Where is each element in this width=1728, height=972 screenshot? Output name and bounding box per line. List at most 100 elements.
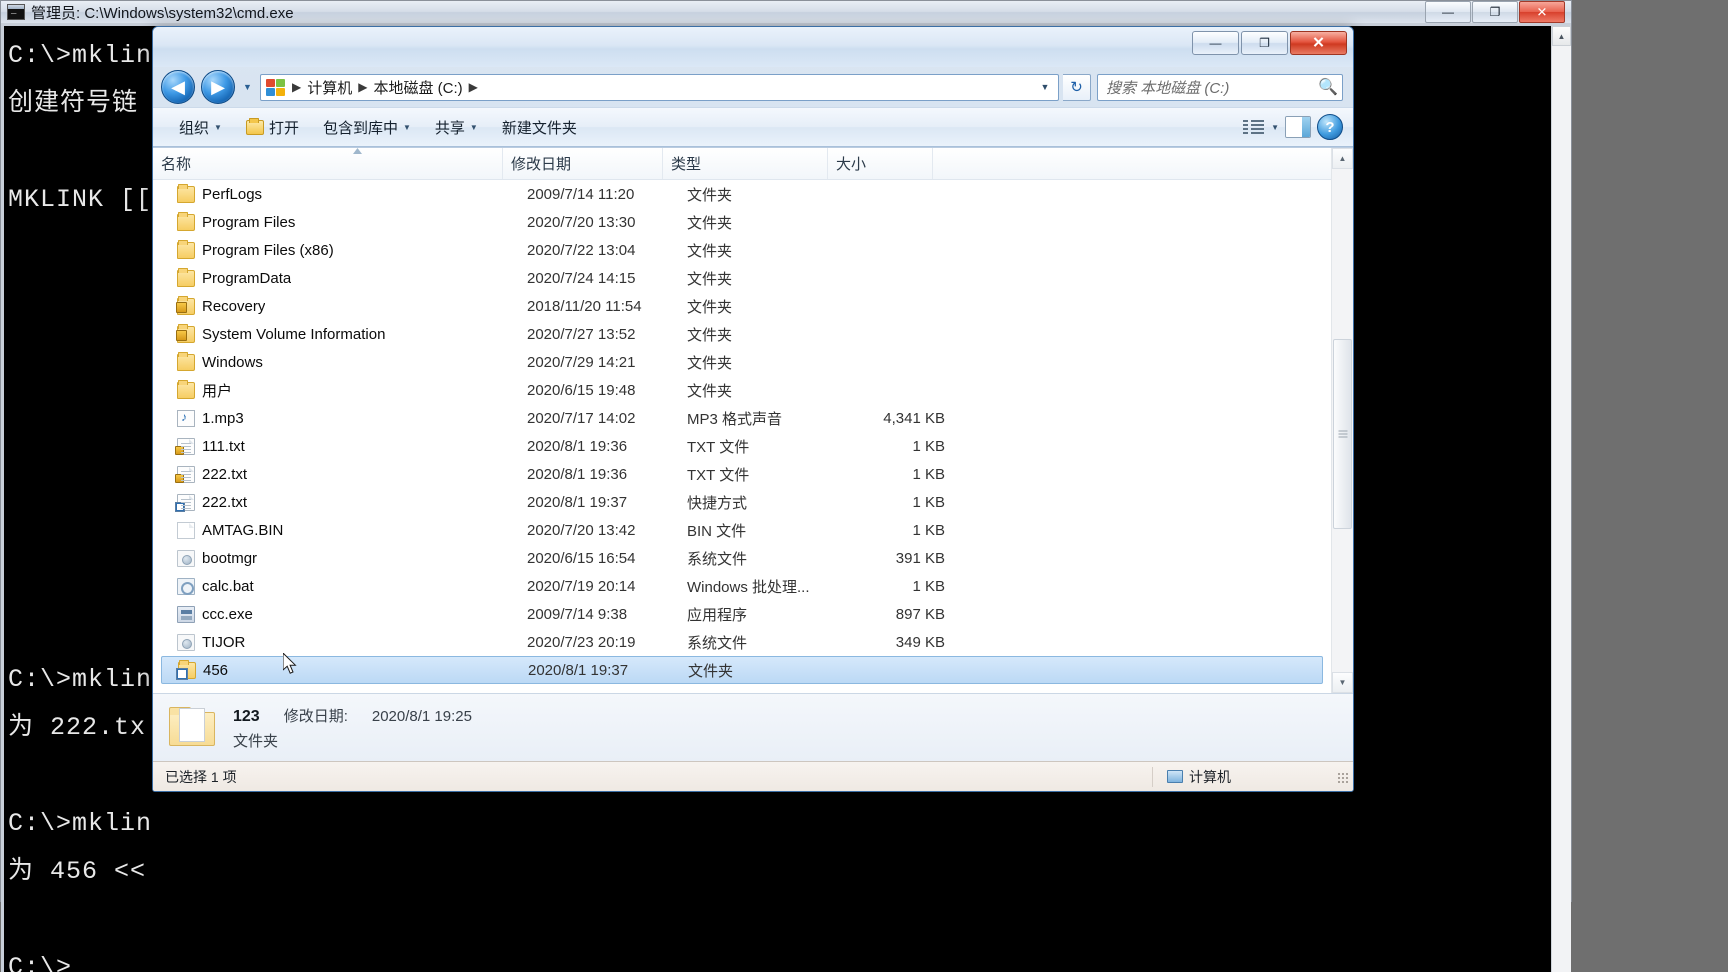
file-type: 快捷方式 — [687, 494, 748, 512]
explorer-content: 名称 修改日期 类型 大小 PerfLogs 2009/7/14 11:20 文件夹… — [153, 147, 1353, 693]
back-button[interactable]: ◀ — [161, 70, 195, 104]
file-name-cell: Program Files (x86) — [177, 239, 527, 259]
explorer-minimize-button[interactable]: — — [1192, 31, 1239, 55]
table-row[interactable]: AMTAG.BIN 2020/7/20 13:42 BIN 文件 1 KB — [153, 516, 1331, 544]
file-size: 1 KB — [912, 437, 945, 455]
cmd-titlebar[interactable]: 管理员: C:\Windows\system32\cmd.exe — ❐ ✕ — [1, 1, 1571, 23]
column-header-name[interactable]: 名称 — [153, 148, 503, 179]
status-location: 计算机 — [1153, 767, 1353, 787]
file-name: 用户 — [202, 382, 233, 400]
cmd-close-button[interactable]: ✕ — [1519, 1, 1565, 23]
organize-menu-button[interactable]: 组织 ▼ — [167, 112, 234, 143]
scroll-up-icon[interactable]: ▲ — [1332, 148, 1353, 169]
text-file-locked-icon — [175, 437, 195, 455]
breadcrumb[interactable]: ▶ 计算机 ▶ 本地磁盘 (C:) ▶ ▼ — [260, 73, 1059, 101]
computer-small-icon — [1167, 770, 1183, 783]
new-folder-button[interactable]: 新建文件夹 — [490, 112, 589, 143]
close-icon: ✕ — [1536, 4, 1548, 20]
folder-locked-icon — [176, 295, 195, 315]
chevron-down-icon[interactable]: ▼ — [1034, 82, 1056, 92]
table-row[interactable]: TIJOR 2020/7/23 20:19 系统文件 349 KB — [153, 628, 1331, 656]
table-row[interactable]: calc.bat 2020/7/19 20:14 Windows 批处理... 1 K… — [153, 572, 1331, 600]
file-name-cell: Program Files — [177, 211, 527, 231]
table-row[interactable]: 222.txt 2020/8/1 19:36 TXT 文件 1 KB — [153, 460, 1331, 488]
table-row[interactable]: ProgramData 2020/7/24 14:15 文件夹 — [153, 264, 1331, 292]
search-input[interactable]: 搜索 本地磁盘 (C:) 🔍 — [1097, 73, 1343, 101]
table-row[interactable]: 456 2020/8/1 19:37 文件夹 — [161, 656, 1323, 684]
column-header-pad — [933, 148, 1331, 179]
table-row[interactable]: Program Files 2020/7/20 13:30 文件夹 — [153, 208, 1331, 236]
column-header-date[interactable]: 修改日期 — [503, 148, 663, 179]
file-name-cell: ProgramData — [177, 267, 527, 287]
cmd-maximize-button[interactable]: ❐ — [1472, 1, 1518, 23]
exe-file-icon — [177, 605, 195, 623]
table-row[interactable]: 1.mp3 2020/7/17 14:02 MP3 格式声音 4,341 KB — [153, 404, 1331, 432]
share-button[interactable]: 共享 ▼ — [423, 112, 490, 143]
file-list[interactable]: PerfLogs 2009/7/14 11:20 文件夹 Program Files 2… — [153, 180, 1331, 693]
help-icon[interactable]: ? — [1317, 114, 1343, 140]
breadcrumb-separator-icon: ▶ — [292, 80, 302, 94]
table-row[interactable]: Windows 2020/7/29 14:21 文件夹 — [153, 348, 1331, 376]
column-header-size[interactable]: 大小 — [828, 148, 933, 179]
file-name-cell: PerfLogs — [177, 183, 527, 203]
table-row[interactable]: 222.txt 2020/8/1 19:37 快捷方式 1 KB — [153, 488, 1331, 516]
list-view-icon[interactable] — [1243, 118, 1265, 136]
file-name: calc.bat — [202, 577, 254, 595]
refresh-icon[interactable]: ↻ — [1063, 73, 1091, 101]
file-date: 2020/7/27 13:52 — [527, 325, 636, 343]
file-type: 应用程序 — [687, 606, 748, 624]
file-name: Program Files (x86) — [202, 241, 334, 259]
file-type: 系统文件 — [687, 550, 748, 568]
open-button[interactable]: 打开 — [234, 112, 311, 143]
file-date: 2020/8/1 19:37 — [527, 493, 628, 511]
file-date: 2020/7/20 13:42 — [527, 521, 636, 539]
breadcrumb-separator-icon[interactable]: ▶ — [465, 80, 482, 94]
table-row[interactable]: bootmgr 2020/6/15 16:54 系统文件 391 KB — [153, 544, 1331, 572]
preview-pane-icon[interactable] — [1285, 116, 1311, 138]
include-in-library-button[interactable]: 包含到库中 ▼ — [311, 112, 423, 143]
column-headers: 名称 修改日期 类型 大小 — [153, 148, 1331, 180]
file-list-scrollbar[interactable]: ▲ ▼ — [1331, 148, 1353, 693]
cmd-minimize-button[interactable]: — — [1425, 1, 1471, 23]
file-name: Program Files — [202, 213, 296, 231]
table-row[interactable]: 用户 2020/6/15 19:48 文件夹 — [153, 376, 1331, 404]
organize-label: 组织 — [179, 119, 210, 137]
file-type: 系统文件 — [687, 634, 748, 652]
table-row[interactable]: Program Files (x86) 2020/7/22 13:04 文件夹 — [153, 236, 1331, 264]
table-row[interactable]: System Volume Information 2020/7/27 13:52… — [153, 320, 1331, 348]
explorer-close-button[interactable]: ✕ — [1290, 31, 1347, 55]
scroll-down-icon[interactable]: ▼ — [1332, 672, 1353, 693]
explorer-titlebar[interactable]: — ❐ ✕ — [153, 27, 1353, 67]
file-name-cell: TIJOR — [177, 633, 527, 651]
text-file-locked-icon — [175, 465, 195, 483]
shortcut-file-icon — [175, 493, 195, 512]
file-list-scroll-thumb[interactable] — [1333, 339, 1352, 529]
column-header-type[interactable]: 类型 — [663, 148, 828, 179]
minimize-icon: — — [1442, 5, 1454, 19]
file-date: 2018/11/20 11:54 — [527, 297, 642, 315]
file-size: 391 KB — [895, 549, 945, 567]
search-icon[interactable]: 🔍 — [1318, 77, 1338, 97]
file-size: 4,341 KB — [883, 409, 945, 427]
file-size: 1 KB — [912, 577, 945, 595]
cmd-vertical-scrollbar[interactable]: ▲ ▼ — [1551, 26, 1571, 972]
table-row[interactable]: Recovery 2018/11/20 11:54 文件夹 — [153, 292, 1331, 320]
explorer-maximize-button[interactable]: ❐ — [1241, 31, 1288, 55]
table-row[interactable]: PerfLogs 2009/7/14 11:20 文件夹 — [153, 180, 1331, 208]
chevron-down-icon[interactable]: ▼ — [1271, 123, 1279, 132]
table-row[interactable]: ccc.exe 2009/7/14 9:38 应用程序 897 KB — [153, 600, 1331, 628]
breadcrumb-item-computer[interactable]: 计算机 — [307, 77, 352, 98]
folder-icon — [177, 239, 195, 259]
history-dropdown-icon[interactable]: ▼ — [241, 82, 254, 92]
cmd-scroll-track[interactable] — [1552, 46, 1571, 972]
breadcrumb-item-local-disk[interactable]: 本地磁盘 (C:) — [373, 77, 462, 98]
resize-grip-icon[interactable] — [1334, 769, 1350, 785]
file-list-scroll-track[interactable] — [1332, 169, 1353, 672]
file-type: 文件夹 — [687, 270, 733, 288]
open-folder-icon — [245, 117, 264, 135]
table-row[interactable]: 111.txt 2020/8/1 19:36 TXT 文件 1 KB — [153, 432, 1331, 460]
file-name-cell: 222.txt — [175, 493, 527, 512]
forward-button[interactable]: ▶ — [201, 70, 235, 104]
scroll-up-icon[interactable]: ▲ — [1552, 26, 1571, 46]
cmd-window-title: 管理员: C:\Windows\system32\cmd.exe — [31, 4, 294, 22]
